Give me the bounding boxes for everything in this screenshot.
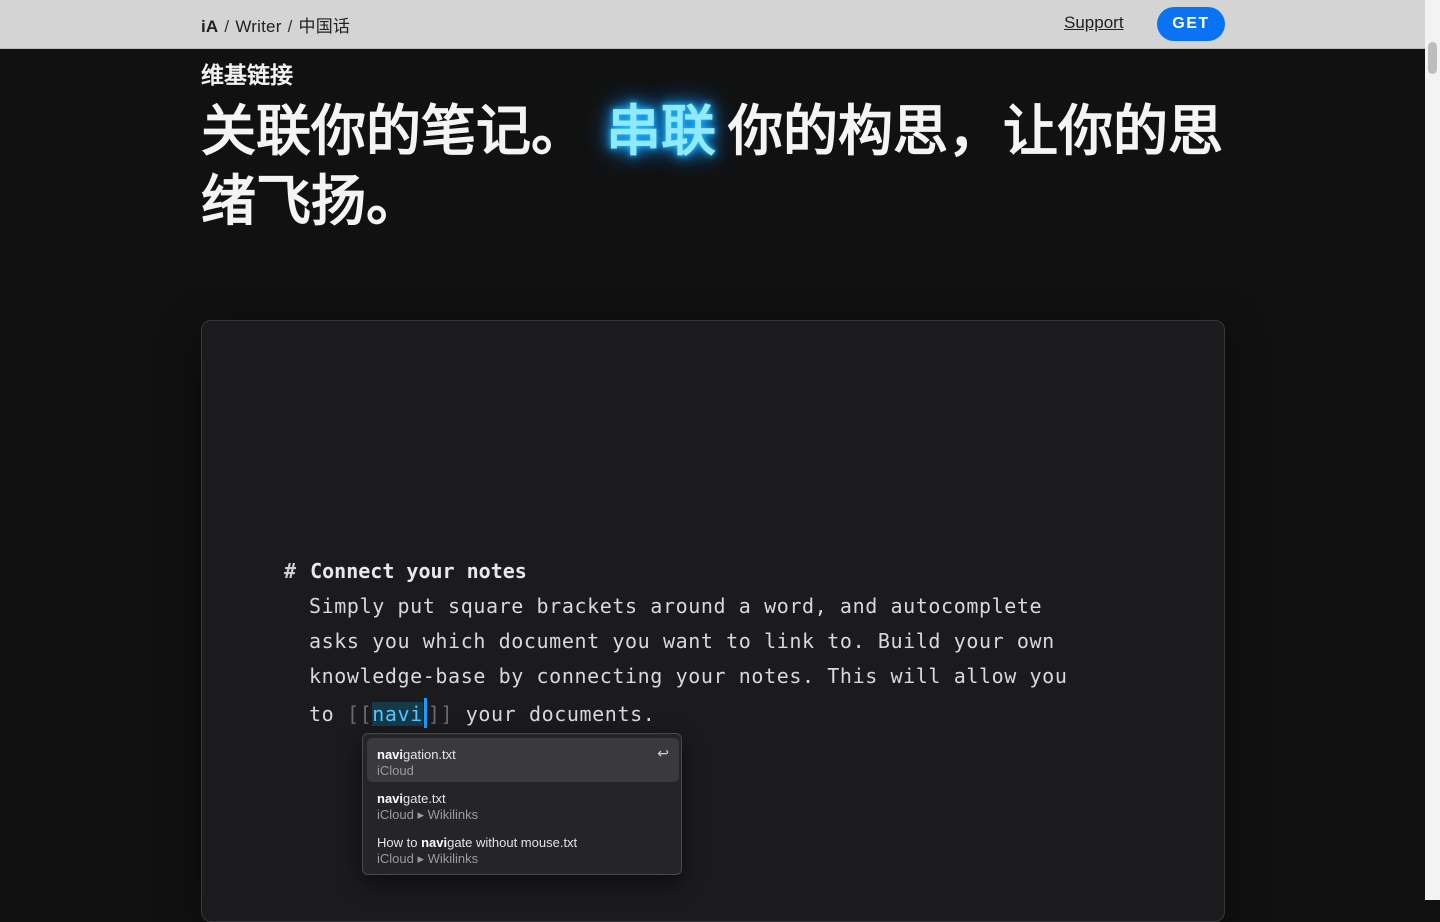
autocomplete-item-path: iCloud ▸ Wikilinks — [377, 807, 479, 822]
open-brackets: [[ — [346, 702, 373, 726]
top-navigation-bar: iA / Writer / 中国话 Support GET — [0, 0, 1425, 49]
item-name-prefix: How to — [377, 835, 422, 850]
autocomplete-item[interactable]: navigation.txt iCloud ↩ — [367, 738, 679, 782]
autocomplete-item-name: navigate.txt — [377, 791, 446, 806]
return-key-icon: ↩ — [657, 745, 669, 761]
breadcrumb-writer-link[interactable]: Writer — [235, 17, 281, 36]
autocomplete-popup: navigation.txt iCloud ↩ navigate.txt iCl… — [362, 733, 682, 875]
body-line: Simply put square brackets around a word… — [309, 594, 1043, 618]
headline-part-1: 关联你的笔记。 — [201, 99, 587, 163]
scrollbar-thumb[interactable] — [1428, 42, 1437, 74]
body-line: knowledge-base by connecting your notes.… — [309, 664, 1068, 688]
breadcrumb: iA / Writer / 中国话 — [201, 12, 350, 37]
item-name-rest: gate without mouse.txt — [447, 835, 578, 850]
body-line-with-link: to [[navi]] your documents. — [309, 698, 655, 728]
autocomplete-item-name: How to navigate without mouse.txt — [377, 835, 577, 850]
text-cursor — [423, 698, 427, 728]
heading-marker: # — [284, 559, 297, 583]
hero-headline: 关联你的笔记。 串联 你的构思，让你的思绪飞扬。 — [201, 96, 1241, 236]
breadcrumb-separator: / — [287, 17, 293, 36]
language-link[interactable]: 中国话 — [299, 17, 351, 36]
support-link[interactable]: Support — [1064, 13, 1124, 33]
autocomplete-item[interactable]: How to navigate without mouse.txt iCloud… — [367, 826, 679, 870]
wikilink-typed-text[interactable]: navi — [372, 702, 423, 726]
line-suffix: your documents. — [453, 702, 656, 726]
autocomplete-item-path: iCloud ▸ Wikilinks — [377, 851, 479, 866]
body-line: asks you which document you want to link… — [309, 629, 1055, 653]
breadcrumb-separator: / — [224, 17, 230, 36]
editor-demo-window: # Connect your notes Simply put square b… — [201, 320, 1225, 922]
headline-highlight: 串联 — [606, 99, 717, 163]
item-name-match: navi — [377, 747, 404, 762]
heading-text: Connect your notes — [310, 559, 527, 583]
item-name-match: navi — [421, 835, 448, 850]
item-name-match: navi — [377, 791, 404, 806]
document-heading: # Connect your notes — [284, 559, 527, 583]
close-brackets: ]] — [427, 702, 454, 726]
section-eyebrow: 维基链接 — [201, 63, 293, 89]
page-scrollbar[interactable] — [1425, 0, 1440, 900]
autocomplete-item[interactable]: navigate.txt iCloud ▸ Wikilinks — [367, 782, 679, 826]
item-name-rest: gate.txt — [403, 791, 446, 806]
autocomplete-item-path: iCloud — [377, 763, 414, 778]
autocomplete-item-name: navigation.txt — [377, 747, 456, 762]
get-button[interactable]: GET — [1157, 7, 1225, 41]
brand-logo-link[interactable]: iA — [201, 17, 218, 36]
item-name-rest: gation.txt — [403, 747, 456, 762]
line-prefix: to — [309, 702, 347, 726]
